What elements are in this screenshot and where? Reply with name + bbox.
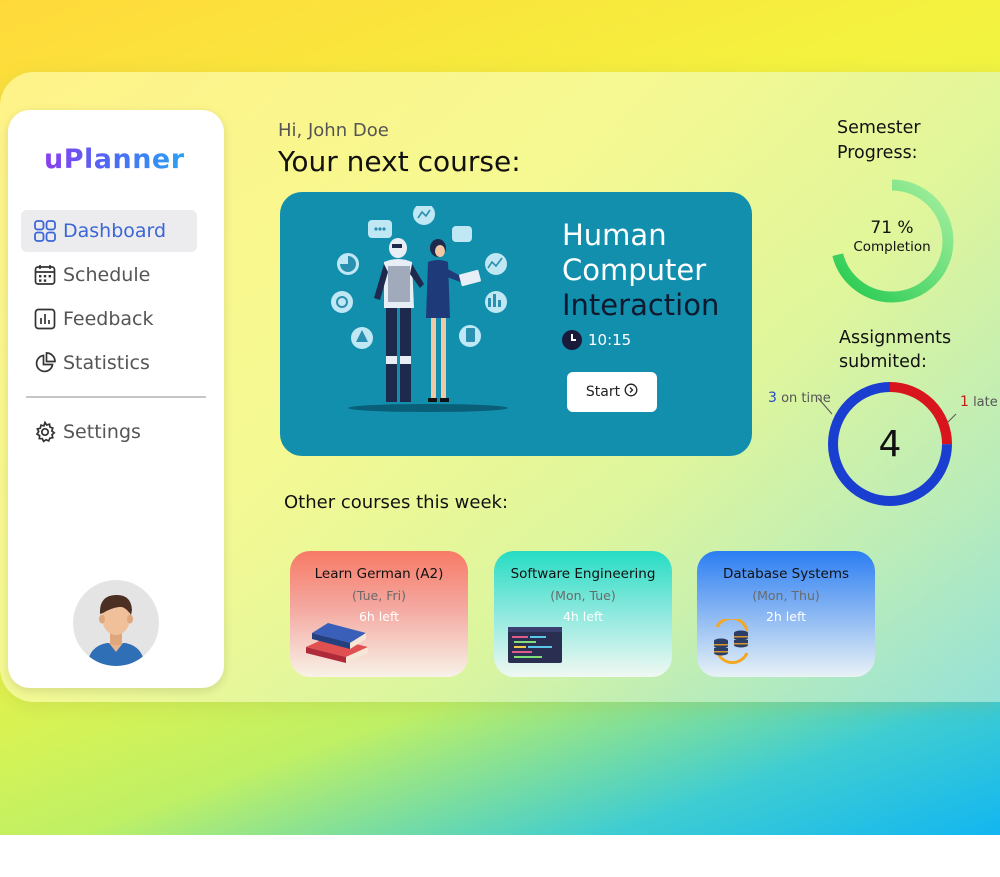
on-time-label: on time <box>781 391 831 406</box>
course-name-line2: Computer <box>562 253 707 287</box>
late-count: 1 <box>960 394 969 410</box>
other-courses-title: Other courses this week: <box>284 492 509 513</box>
course-time: 10:15 <box>562 330 631 350</box>
start-button-label: Start <box>585 384 621 400</box>
semester-progress-title: Semester Progress: <box>837 116 921 166</box>
code-window-icon <box>506 625 564 669</box>
late-label: late <box>973 395 998 410</box>
app-logo: uPlanner <box>44 144 185 175</box>
late-legend: 1 late <box>960 394 998 410</box>
course-card-name: Database Systems <box>722 566 850 582</box>
on-time-legend: 3 on time <box>768 390 831 406</box>
course-card-days: (Mon, Thu) <box>752 588 820 603</box>
course-card-days: (Mon, Tue) <box>550 588 616 603</box>
course-card-software-engineering[interactable]: Software Engineering (Mon, Tue) 4h left <box>494 551 672 677</box>
sidebar-item-feedback[interactable]: Feedback <box>21 298 197 340</box>
sidebar-item-statistics[interactable]: Statistics <box>21 342 197 384</box>
calendar-icon <box>33 263 57 287</box>
chevron-right-circle-icon <box>624 383 638 401</box>
course-card-name: Software Engineering <box>510 566 656 582</box>
assignments-title-line2: submited: <box>839 352 927 372</box>
course-card-german[interactable]: Learn German (A2) (Tue, Fri) 6h left <box>290 551 468 677</box>
sidebar-item-label: Statistics <box>63 352 150 374</box>
gear-icon <box>33 420 57 444</box>
greeting-text: Hi, John Doe <box>278 120 389 141</box>
sidebar-item-label: Dashboard <box>63 220 167 242</box>
sidebar-item-label: Schedule <box>63 264 151 286</box>
dashboard-grid-icon <box>33 219 57 243</box>
semester-title-line2: Progress: <box>837 143 918 163</box>
sidebar-item-dashboard[interactable]: Dashboard <box>21 210 197 252</box>
user-avatar[interactable] <box>73 580 159 666</box>
semester-title-line1: Semester <box>837 118 921 138</box>
assignments-title: Assignments submited: <box>839 326 951 374</box>
sidebar-item-settings[interactable]: Settings <box>21 411 197 453</box>
clock-icon <box>562 330 582 350</box>
course-name-line3: Interaction <box>562 288 720 322</box>
course-name-line1: Human <box>562 218 667 252</box>
database-icon <box>709 616 755 669</box>
course-card-days: (Tue, Fri) <box>352 588 406 603</box>
sidebar-settings: Settings <box>21 411 197 455</box>
sidebar-nav: Dashboard Schedule Feedback Statistics <box>21 210 197 386</box>
semester-progress-readout: 71 % Completion <box>827 218 957 255</box>
next-course-card[interactable]: Human Computer Interaction 10:15 Start <box>280 192 752 456</box>
books-icon <box>302 617 370 669</box>
sidebar-item-label: Settings <box>63 421 141 443</box>
completion-label: Completion <box>853 239 931 255</box>
course-card-database-systems[interactable]: Database Systems (Mon, Thu) 2h left <box>697 551 875 677</box>
pie-chart-icon <box>33 351 57 375</box>
on-time-count: 3 <box>768 390 777 406</box>
robot-collaboration-illustration <box>328 203 518 426</box>
next-course-name: Human Computer Interaction <box>562 218 742 323</box>
sidebar-item-label: Feedback <box>63 308 154 330</box>
course-card-time-left: 4h left <box>562 609 604 624</box>
semester-percent: 71 % <box>870 218 914 238</box>
course-card-name: Learn German (A2) <box>314 566 444 582</box>
sidebar-item-schedule[interactable]: Schedule <box>21 254 197 296</box>
start-button[interactable]: Start <box>567 372 657 412</box>
feedback-chart-icon <box>33 307 57 331</box>
course-time-value: 10:15 <box>588 331 632 349</box>
page-title: Your next course: <box>278 145 521 178</box>
sidebar: uPlanner Dashboard Schedule Feedback Sta… <box>8 110 224 688</box>
assignments-title-line1: Assignments <box>839 328 952 348</box>
nav-divider <box>26 396 206 398</box>
assignments-total: 4 <box>878 424 902 465</box>
